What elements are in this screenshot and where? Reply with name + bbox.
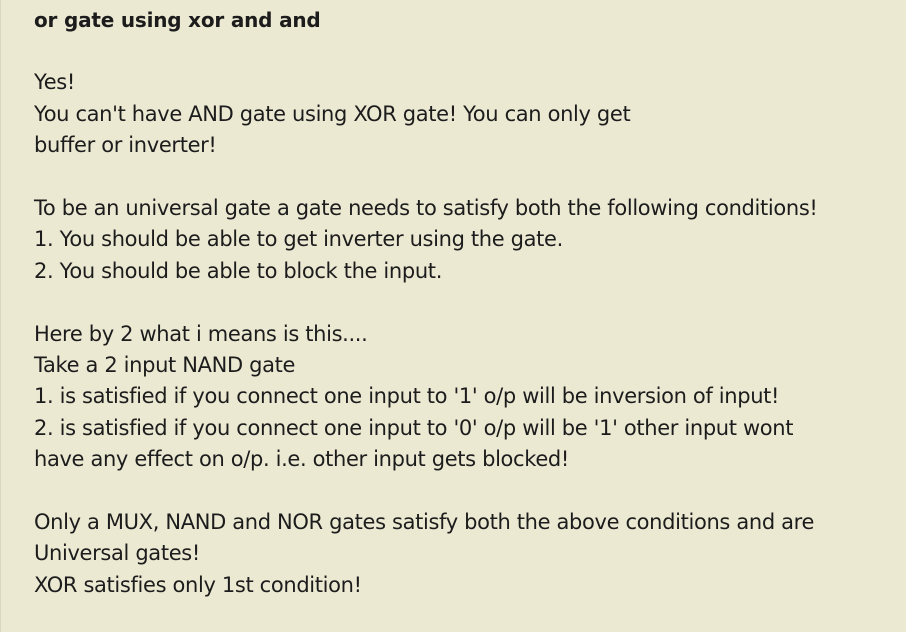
- text-line: XOR satisfies only 1st condition!: [34, 572, 362, 597]
- text-line: buffer or inverter!: [34, 133, 217, 158]
- text-line: Take a 2 input NAND gate: [34, 353, 296, 378]
- text-line: 1. is satisfied if you connect one input…: [34, 384, 780, 409]
- text-line: You can't have AND gate using XOR gate! …: [34, 101, 631, 126]
- text-line: Here by 2 what i means is this....: [34, 321, 368, 346]
- paragraph-2: To be an universal gate a gate needs to …: [34, 193, 906, 287]
- text-line: Yes!: [34, 70, 75, 95]
- text-line: Only a MUX, NAND and NOR gates satisfy b…: [34, 510, 815, 535]
- text-line: 2. You should be able to block the input…: [34, 258, 443, 283]
- text-line: 1. You should be able to get inverter us…: [34, 227, 563, 252]
- paragraph-1: Yes! You can't have AND gate using XOR g…: [34, 67, 906, 161]
- text-line: Universal gates!: [34, 541, 200, 566]
- forum-post: or gate using xor and and Yes! You can't…: [0, 0, 906, 632]
- post-title: or gate using xor and and: [34, 8, 321, 32]
- paragraph-3: Here by 2 what i means is this.... Take …: [34, 319, 906, 476]
- text-line: To be an universal gate a gate needs to …: [34, 196, 818, 220]
- text-line: 2. is satisfied if you connect one input…: [34, 415, 794, 440]
- paragraph-4: Only a MUX, NAND and NOR gates satisfy b…: [34, 507, 906, 601]
- text-line: have any effect on o/p. i.e. other input…: [34, 447, 569, 472]
